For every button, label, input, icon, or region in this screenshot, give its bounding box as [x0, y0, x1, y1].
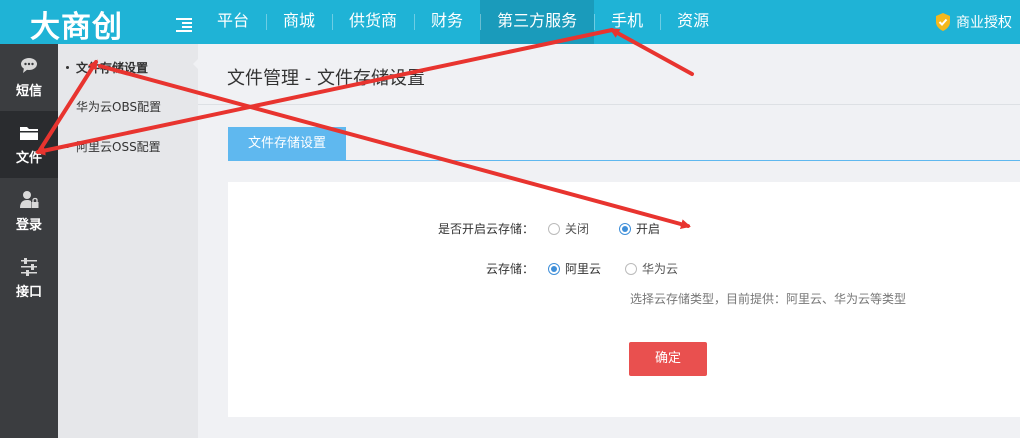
radio-storage-aliyun[interactable]: 阿里云 [548, 260, 601, 277]
sidebar-item-label: 短信 [15, 84, 42, 99]
nav-item-platform[interactable]: 平台 [200, 0, 266, 44]
radio-label: 开启 [636, 222, 661, 236]
nav-item-mobile[interactable]: 手机 [594, 0, 660, 44]
nav-item-third-party[interactable]: 第三方服务 [480, 0, 595, 44]
sidebar-item-login[interactable]: 登录 [0, 178, 58, 245]
form-row-enable-cloud: 是否开启云存储： 关闭 开启 [424, 220, 660, 237]
tab-underline [228, 160, 1020, 161]
sidebar-item-api[interactable]: 接口 [0, 245, 58, 312]
main-content: 文件管理 - 文件存储设置 文件存储设置 是否开启云存储： 关闭 开启 云存储：… [198, 44, 1020, 438]
enable-cloud-label: 是否开启云存储： [437, 222, 534, 236]
submenu-item-label: 华为云OBS配置 [76, 100, 162, 114]
submenu-item-label: 文件存储设置 [76, 61, 149, 75]
nav-item-finance[interactable]: 财务 [414, 0, 480, 44]
nav-item-resources[interactable]: 资源 [660, 0, 726, 44]
bullet-icon [66, 145, 69, 148]
radio-storage-huawei[interactable]: 华为云 [625, 260, 678, 277]
sliders-icon [21, 258, 37, 276]
user-lock-icon [20, 191, 39, 208]
submenu-item-aliyun-oss[interactable]: 阿里云OSS配置 [66, 138, 161, 155]
radio-label: 关闭 [565, 222, 590, 236]
shield-check-icon [936, 13, 950, 31]
radio-enable-off[interactable]: 关闭 [548, 220, 589, 237]
submenu-item-label: 阿里云OSS配置 [76, 140, 161, 154]
bullet-icon [66, 105, 69, 108]
nav-item-supplier[interactable]: 供货商 [332, 0, 414, 44]
storage-hint: 选择云存储类型，目前提供：阿里云、华为云等类型 [630, 292, 907, 306]
radio-label: 阿里云 [565, 262, 602, 276]
sidebar-item-label: 登录 [15, 218, 42, 233]
settings-form: 是否开启云存储： 关闭 开启 云存储： 阿里云 华为云 选择云存储类型，目前提供… [228, 182, 1020, 417]
bullet-icon [66, 66, 69, 69]
cloud-storage-label: 云存储： [485, 262, 534, 276]
radio-enable-on[interactable]: 开启 [619, 220, 660, 237]
submit-button[interactable]: 确定 [629, 342, 707, 376]
folder-icon [20, 127, 38, 140]
sidebar-item-files[interactable]: 文件 [0, 111, 58, 178]
sidebar-item-label: 接口 [15, 285, 42, 300]
license-label: 商业授权 [956, 15, 1012, 31]
sidebar-item-sms[interactable]: 短信 [0, 44, 58, 111]
submenu: 文件存储设置 华为云OBS配置 阿里云OSS配置 [58, 44, 199, 438]
radio-circle-icon [619, 222, 632, 235]
page-title: 文件管理 - 文件存储设置 [227, 68, 425, 89]
radio-label: 华为云 [642, 262, 679, 276]
submenu-item-huawei-obs[interactable]: 华为云OBS配置 [66, 98, 162, 115]
chat-icon [21, 58, 37, 73]
radio-circle-icon [625, 262, 638, 275]
nav-item-mall[interactable]: 商城 [266, 0, 332, 44]
logo-area: 大商创 [0, 0, 200, 46]
sidebar: 短信 文件 登录 接口 [0, 44, 58, 438]
main-nav: 平台 商城 供货商 财务 第三方服务 手机 资源 [200, 0, 726, 44]
form-row-cloud-storage: 云存储： 阿里云 华为云 [424, 260, 678, 277]
submenu-item-file-storage[interactable]: 文件存储设置 [66, 59, 149, 76]
tab-file-storage-settings[interactable]: 文件存储设置 [228, 127, 347, 161]
top-bar: 大商创 平台 商城 供货商 财务 第三方服务 手机 资源 商业授权 [0, 0, 1020, 46]
menu-toggle-icon[interactable] [176, 18, 192, 32]
logo[interactable]: 大商创 [30, 2, 123, 46]
license-link[interactable]: 商业授权 [934, 0, 1012, 44]
title-divider [198, 104, 1020, 105]
radio-circle-icon [548, 262, 560, 275]
sidebar-item-label: 文件 [15, 151, 42, 166]
radio-circle-icon [548, 222, 560, 235]
